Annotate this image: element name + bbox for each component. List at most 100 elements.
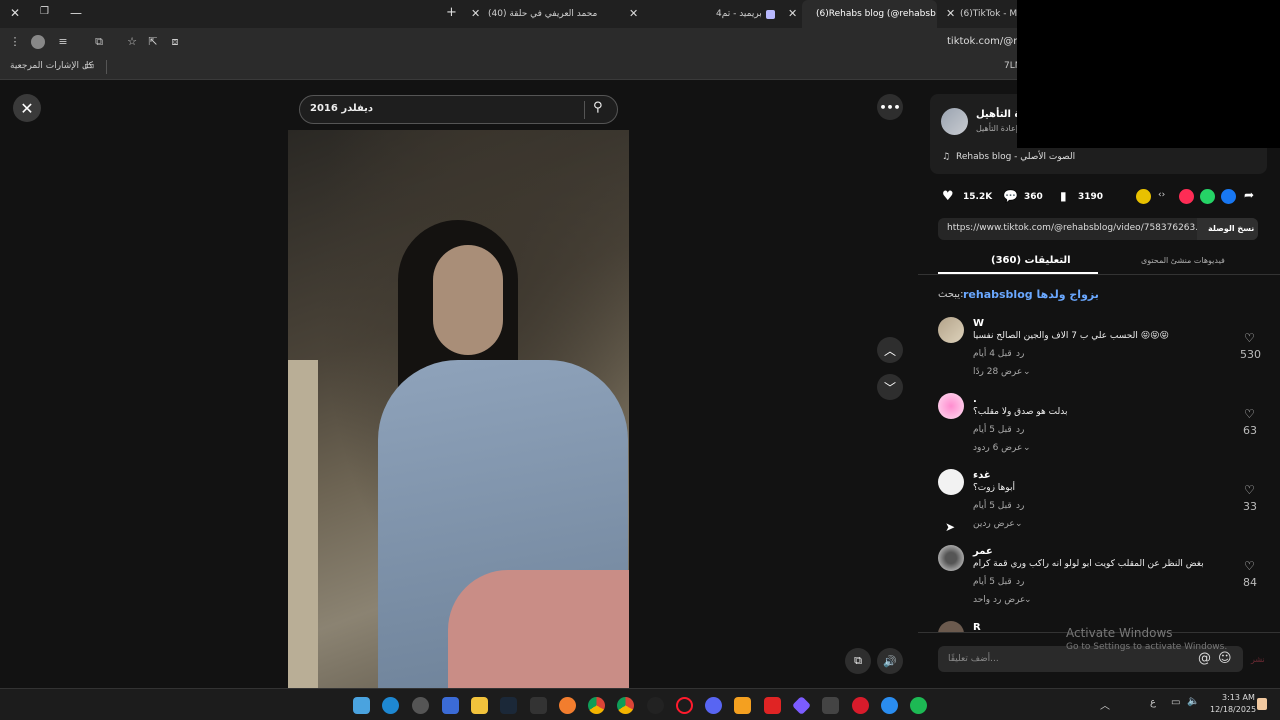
commenter-avatar[interactable] — [938, 545, 964, 571]
discord-icon[interactable] — [705, 697, 722, 714]
emoji-icon[interactable]: ☺ — [1218, 651, 1232, 666]
chrome-icon[interactable] — [588, 697, 605, 714]
app-icon[interactable] — [647, 697, 664, 714]
reply-button[interactable]: رد — [1016, 425, 1024, 435]
search-input[interactable]: ديفلدر 2016 — [310, 103, 373, 114]
app-icon[interactable] — [559, 697, 576, 714]
reply-button[interactable]: رد — [1016, 501, 1024, 511]
send-icon[interactable] — [1179, 189, 1194, 204]
widgets-icon[interactable] — [353, 697, 370, 714]
search-icon[interactable]: ⚲ — [593, 100, 603, 115]
tab-comments[interactable]: التعليقات (360) — [991, 255, 1071, 266]
chrome-icon[interactable] — [617, 697, 634, 714]
all-bookmarks-label[interactable]: كل الإشارات المرجعية — [10, 61, 93, 71]
comment-like-icon[interactable]: ♡ — [1244, 483, 1255, 497]
spotify-icon[interactable] — [910, 697, 927, 714]
view-replies[interactable]: عرض 6 ردود — [973, 443, 1022, 453]
clock-date[interactable]: 12/18/2025 — [1210, 705, 1256, 714]
facebook-icon[interactable] — [1221, 189, 1236, 204]
commenter-name[interactable]: R — [973, 622, 981, 632]
commenter-avatar[interactable] — [938, 621, 964, 632]
reply-button[interactable]: رد — [1016, 577, 1024, 587]
store-icon[interactable] — [442, 697, 459, 714]
app-icon[interactable] — [881, 697, 898, 714]
app-icon[interactable] — [791, 695, 812, 716]
reading-list-icon[interactable]: ≡ — [56, 35, 70, 49]
view-replies[interactable]: عرض ردين — [973, 519, 1015, 529]
reply-button[interactable]: رد — [1016, 349, 1024, 359]
app-icon[interactable] — [822, 697, 839, 714]
commenter-avatar[interactable] — [938, 317, 964, 343]
restore-window-icon[interactable]: ❐ — [40, 6, 49, 17]
whatsapp-icon[interactable] — [1200, 189, 1215, 204]
comment-item: عمر بغض النظر عن المقلب كويت ابو لولو ان… — [918, 540, 1280, 616]
comment-icon[interactable]: 💬 — [1003, 189, 1018, 203]
notification-icon[interactable] — [1257, 698, 1267, 710]
tab-close-icon[interactable]: ✕ — [788, 7, 797, 20]
commenter-name[interactable]: W — [973, 318, 984, 329]
video-link[interactable]: https://www.tiktok.com/@rehabsblog/video… — [947, 223, 1197, 233]
language-indicator[interactable]: ع — [1150, 697, 1156, 708]
search-suggestion[interactable]: rehabsblog بزواج ولدها — [963, 288, 1099, 301]
epic-games-icon[interactable] — [530, 697, 547, 714]
pip-icon[interactable]: ⧉ — [845, 648, 871, 674]
save-icon[interactable]: ▮ — [1060, 189, 1067, 203]
like-icon[interactable]: ♥ — [942, 189, 954, 204]
new-tab-icon[interactable]: + — [446, 5, 457, 20]
opera-icon[interactable] — [676, 697, 693, 714]
chevron-up-icon[interactable]: ︿ — [1100, 697, 1110, 712]
tab-rehabs-blog[interactable]: (6)Rehabs blog (@rehabsb ♪ — [802, 0, 937, 28]
minimize-window-icon[interactable]: — — [70, 6, 82, 20]
forward-share-icon[interactable]: ➦ — [1244, 188, 1254, 202]
bookmark-star-icon[interactable]: ☆ — [125, 35, 139, 49]
commenter-avatar[interactable] — [938, 469, 964, 495]
settings-icon[interactable] — [412, 697, 429, 714]
commenter-name[interactable]: . — [973, 394, 977, 405]
search-box[interactable]: ديفلدر 2016 ⚲ — [299, 95, 618, 124]
clock-time[interactable]: 3:13 AM — [1222, 693, 1255, 702]
profile-avatar[interactable] — [31, 35, 45, 49]
embed-icon[interactable]: ‹› — [1158, 190, 1165, 200]
view-replies[interactable]: عرض رد واحد — [973, 595, 1025, 605]
tab-close-icon[interactable]: ✕ — [471, 7, 480, 20]
face-shape — [433, 245, 503, 355]
volume-icon[interactable]: 🔊 — [877, 648, 903, 674]
extensions-icon[interactable]: ⧉ — [92, 35, 106, 49]
steam-icon[interactable] — [500, 697, 517, 714]
previous-video-button[interactable]: ︿ — [877, 337, 903, 363]
close-video-button[interactable]: ✕ — [13, 94, 41, 122]
coin-icon[interactable] — [1136, 189, 1151, 204]
comment-like-icon[interactable]: ♡ — [1244, 559, 1255, 573]
close-window-icon[interactable]: ✕ — [10, 6, 20, 20]
tab-close-icon[interactable]: ✕ — [629, 7, 638, 20]
volume-tray-icon[interactable]: 🔈 — [1187, 696, 1199, 707]
share-icon[interactable]: ⇱ — [146, 35, 160, 49]
next-video-button[interactable]: ﹀ — [877, 374, 903, 400]
sound-label[interactable]: Rehabs blog - الصوت الأصلي — [956, 152, 1075, 162]
menu-dots-icon[interactable]: ⋮ — [8, 35, 22, 49]
tab-creator-videos[interactable]: فيديوهات منشئ المحتوى — [1141, 256, 1225, 265]
tab-premiere[interactable]: بريميد - تم4 — [716, 0, 776, 28]
commenter-avatar[interactable] — [938, 393, 964, 419]
tab-youtube[interactable]: (40) الشيخ محمد العريفي في حلقة — [488, 0, 600, 28]
network-icon[interactable]: ▭ — [1171, 697, 1180, 708]
commenter-name[interactable]: عمر — [973, 546, 993, 557]
view-replies[interactable]: عرض 28 ردًا — [973, 367, 1022, 377]
translate-icon[interactable]: ⧈ — [168, 35, 182, 49]
commenter-name[interactable]: غدء — [973, 470, 991, 481]
author-avatar[interactable] — [941, 108, 968, 135]
video-player[interactable] — [288, 130, 629, 688]
comment-like-icon[interactable]: ♡ — [1244, 331, 1255, 345]
comment-item: W الحسب علي ب 7 الاف والجين الصالح نفسيا… — [918, 312, 1280, 388]
tab-close-icon[interactable]: ✕ — [946, 7, 955, 20]
more-options-button[interactable]: ••• — [877, 94, 903, 120]
app-icon[interactable] — [734, 697, 751, 714]
app-icon[interactable] — [852, 697, 869, 714]
tab-tiktok[interactable]: (6)TikTok - Mak — [960, 0, 1017, 28]
file-explorer-icon[interactable] — [471, 697, 488, 714]
app-icon[interactable] — [764, 697, 781, 714]
edge-icon[interactable] — [382, 697, 399, 714]
comment-like-icon[interactable]: ♡ — [1244, 407, 1255, 421]
post-button[interactable]: نشر — [1251, 655, 1265, 664]
mention-icon[interactable]: @ — [1198, 651, 1211, 666]
